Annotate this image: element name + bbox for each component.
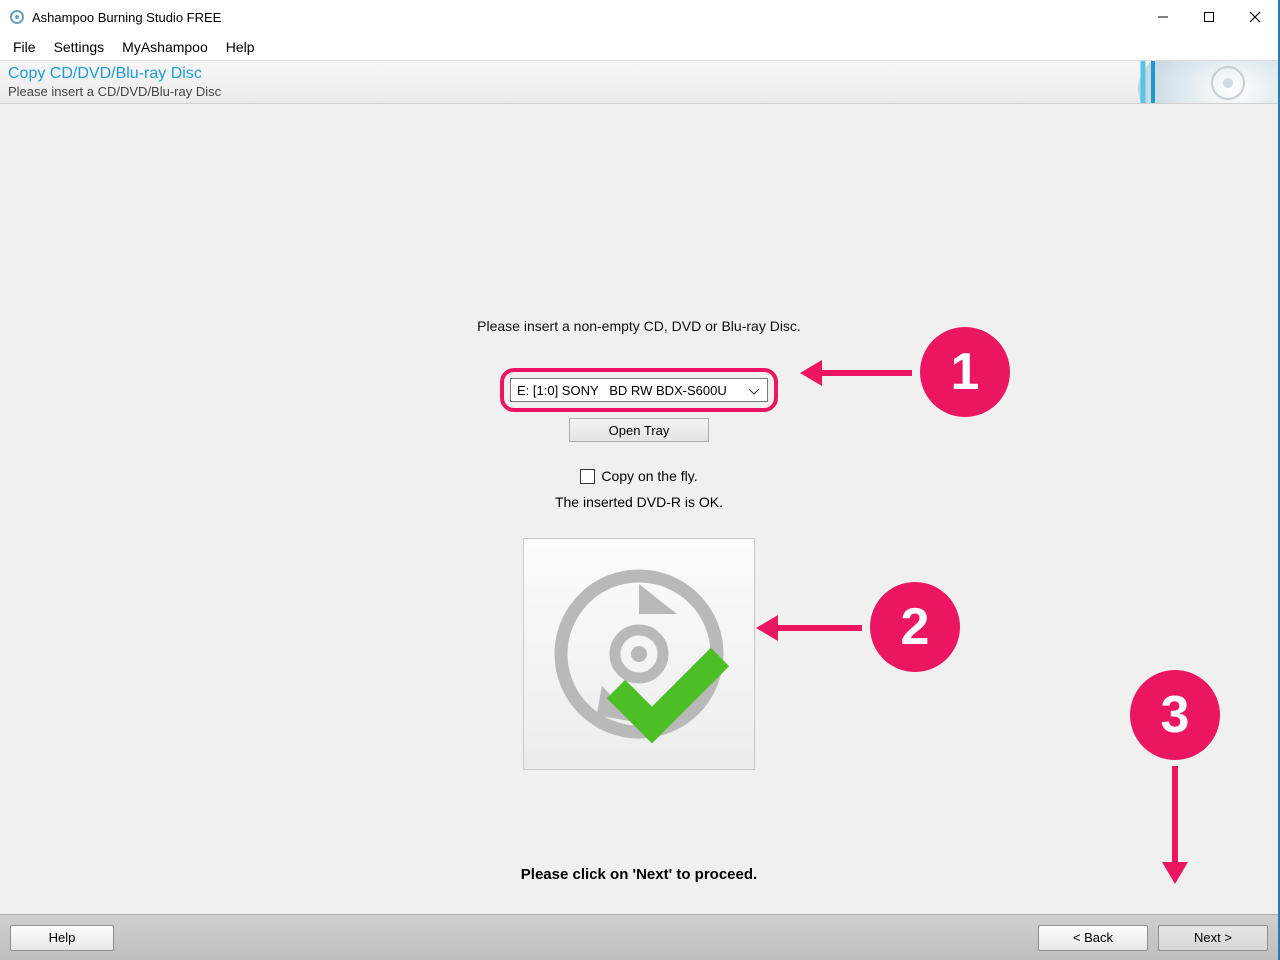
annotation-badge-3: 3 — [1130, 670, 1220, 760]
open-tray-button[interactable]: Open Tray — [569, 418, 709, 442]
help-button[interactable]: Help — [10, 925, 114, 951]
menubar: File Settings MyAshampoo Help — [0, 34, 1278, 60]
breadcrumb-header: Copy CD/DVD/Blu-ray Disc Please insert a… — [0, 60, 1278, 104]
annotation-arrow-3 — [1169, 766, 1181, 884]
menu-file[interactable]: File — [4, 37, 45, 57]
app-window: Ashampoo Burning Studio FREE File Settin… — [0, 0, 1280, 960]
annotation-arrow-1 — [800, 367, 912, 379]
annotation-badge-2: 2 — [870, 582, 960, 672]
chevron-down-icon — [747, 383, 761, 398]
next-button[interactable]: Next > — [1158, 925, 1268, 951]
disc-status-image — [523, 538, 755, 770]
copy-on-fly-checkbox[interactable] — [580, 469, 595, 484]
instruction-text: Please insert a non-empty CD, DVD or Blu… — [477, 318, 801, 334]
drive-select-value: E: [1:0] SONY BD RW BDX-S600U — [517, 383, 747, 398]
copy-on-fly-row: Copy on the fly. — [580, 468, 697, 484]
copy-on-fly-label: Copy on the fly. — [601, 468, 697, 484]
menu-myashampoo[interactable]: MyAshampoo — [113, 37, 217, 57]
annotation-arrow-2 — [756, 622, 862, 634]
back-button[interactable]: < Back — [1038, 925, 1148, 951]
page-title: Copy CD/DVD/Blu-ray Disc — [8, 64, 221, 84]
disc-status-text: The inserted DVD-R is OK. — [555, 494, 723, 510]
content-area: Please insert a non-empty CD, DVD or Blu… — [0, 104, 1278, 914]
annotation-highlight-1: E: [1:0] SONY BD RW BDX-S600U — [500, 368, 778, 412]
menu-help[interactable]: Help — [217, 37, 264, 57]
disc-art-icon — [1058, 61, 1278, 104]
proceed-text: Please click on 'Next' to proceed. — [521, 866, 757, 883]
disc-ok-icon — [544, 559, 734, 749]
annotation-badge-1: 1 — [920, 327, 1010, 417]
wizard-navbar: Help < Back Next > — [0, 914, 1278, 960]
app-icon — [10, 10, 24, 24]
maximize-button[interactable] — [1186, 0, 1232, 34]
menu-settings[interactable]: Settings — [45, 37, 114, 57]
drive-select[interactable]: E: [1:0] SONY BD RW BDX-S600U — [510, 378, 768, 402]
window-title: Ashampoo Burning Studio FREE — [32, 10, 221, 25]
titlebar: Ashampoo Burning Studio FREE — [0, 0, 1278, 34]
minimize-button[interactable] — [1140, 0, 1186, 34]
close-button[interactable] — [1232, 0, 1278, 34]
page-subtitle: Please insert a CD/DVD/Blu-ray Disc — [8, 84, 221, 100]
